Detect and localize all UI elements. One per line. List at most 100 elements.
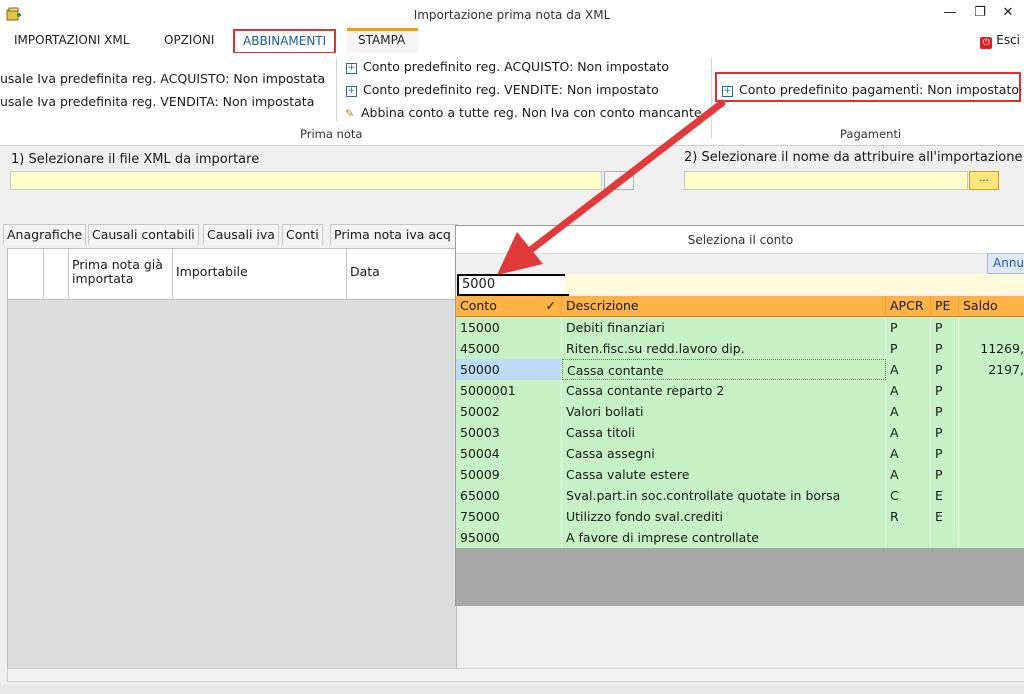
data-tabs: Anagrafiche Causali contabili Causali iv… (0, 224, 458, 246)
import-name-browse-button[interactable]: ... (969, 171, 999, 190)
tab-causali-iva[interactable]: Causali iva (203, 224, 279, 245)
cell-descrizione: Debiti finanziari (562, 317, 886, 338)
conto-vendite-label: Conto predefinito reg. VENDITE: Non impo… (363, 82, 659, 97)
cell-apcr: A (886, 422, 931, 443)
cell-saldo (959, 380, 1024, 401)
grid-col-blank[interactable] (8, 249, 44, 299)
table-row[interactable]: 75000 Utilizzo fondo sval.crediti R E (456, 506, 1024, 528)
cell-apcr: A (886, 443, 931, 464)
col-pe[interactable]: PE (931, 296, 959, 316)
cell-apcr (886, 527, 931, 548)
pencil-icon: ✎ (345, 107, 355, 120)
annulla-button[interactable]: Annu (987, 253, 1024, 274)
table-row[interactable]: 50003 Cassa titoli A P (456, 422, 1024, 444)
cell-saldo (959, 317, 1024, 338)
cell-apcr: A (886, 401, 931, 422)
xml-browse-button[interactable]: ... (604, 171, 634, 190)
cell-pe: P (931, 359, 959, 380)
causale-vendita-item[interactable]: usale Iva predefinita reg. VENDITA: Non … (0, 94, 314, 109)
esci-label: Esci (996, 33, 1020, 47)
cell-conto: 15000 (456, 317, 562, 338)
cell-descrizione: Cassa valute estere (562, 464, 886, 485)
cell-saldo: 11269, (959, 338, 1024, 359)
cell-pe: P (931, 464, 959, 485)
tab-opzioni[interactable]: OPZIONI (156, 28, 222, 52)
cell-pe: E (931, 506, 959, 527)
col-apcr[interactable]: APCR (886, 296, 931, 316)
conto-vendite-item[interactable]: + Conto predefinito reg. VENDITE: Non imp… (346, 82, 659, 97)
cell-descrizione: Cassa contante reparto 2 (562, 380, 886, 401)
table-row[interactable]: 45000 Riten.fisc.su redd.lavoro dip. P P 112… (456, 338, 1024, 360)
cell-conto: 50004 (456, 443, 562, 464)
cell-pe: P (931, 401, 959, 422)
cell-pe: P (931, 443, 959, 464)
step1-label: 1) Selezionare il file XML da importare (11, 152, 260, 167)
sort-check-icon: ✓ (545, 298, 556, 313)
cell-descrizione: Sval.part.in soc.controllate quotate in … (562, 485, 886, 506)
cell-saldo (959, 401, 1024, 422)
table-row[interactable]: 15000 Debiti finanziari P P (456, 317, 1024, 339)
cell-descrizione: A favore di imprese controllate (562, 527, 886, 548)
cell-descrizione: Riten.fisc.su redd.lavoro dip. (562, 338, 886, 359)
table-header: Conto ✓ Descrizione APCR PE Saldo (456, 296, 1024, 317)
col-conto[interactable]: Conto ✓ (456, 296, 562, 316)
table-row[interactable]: 50002 Valori bollati A P (456, 401, 1024, 423)
col-conto-label: Conto (460, 298, 497, 313)
close-button[interactable]: ✕ (998, 4, 1018, 22)
grid-col-importabile[interactable]: Importabile (173, 249, 347, 299)
tab-conti[interactable]: Conti (282, 224, 323, 245)
cell-apcr: C (886, 485, 931, 506)
tab-stampa[interactable]: STAMPA (350, 28, 413, 52)
restore-button[interactable]: ❐ (970, 4, 990, 22)
col-saldo[interactable]: Saldo (959, 296, 1024, 316)
cell-apcr: R (886, 506, 931, 527)
grid-col-data[interactable]: Data (347, 249, 456, 299)
cell-conto: 50003 (456, 422, 562, 443)
table-row[interactable]: 65000 Sval.part.in soc.controllate quotat… (456, 485, 1024, 507)
grid-header: Prima nota già importata Importabile Dat… (8, 249, 456, 300)
grid-col-prima-nota-importata[interactable]: Prima nota già importata (69, 249, 173, 299)
cell-pe: P (931, 422, 959, 443)
tab-anagrafiche[interactable]: Anagrafiche (3, 224, 87, 245)
cell-conto: 50000 (456, 359, 562, 380)
table-row[interactable]: 95000 A favore di imprese controllate (456, 527, 1024, 549)
grid-col-blank[interactable] (44, 249, 69, 299)
cell-saldo (959, 527, 1024, 548)
cell-conto: 50002 (456, 401, 562, 422)
dialog-empty-area (456, 548, 1024, 606)
dialog-title: Seleziona il conto (456, 226, 1024, 254)
cell-conto: 50009 (456, 464, 562, 485)
import-name-input[interactable] (684, 171, 968, 190)
conto-acquisto-item[interactable]: + Conto predefinito reg. ACQUISTO: Non im… (346, 59, 669, 74)
causale-acquisto-item[interactable]: usale Iva predefinita reg. ACQUISTO: Non… (0, 71, 325, 86)
horizontal-scrollbar[interactable] (7, 668, 1024, 682)
tab-causali-contabili[interactable]: Causali contabili (88, 224, 199, 245)
highlight-box (715, 72, 1021, 102)
abbina-conto-item[interactable]: ✎ Abbina conto a tutte reg. Non Iva con c… (345, 105, 703, 120)
cell-saldo: 2197, (959, 359, 1024, 380)
cell-conto: 5000001 (456, 380, 562, 401)
cell-pe: E (931, 485, 959, 506)
col-descrizione[interactable]: Descrizione (562, 296, 886, 316)
tab-importazioni-xml[interactable]: IMPORTAZIONI XML (6, 28, 137, 52)
cell-descrizione: Cassa titoli (562, 422, 886, 443)
table-row[interactable]: 5000001 Cassa contante reparto 2AP (456, 380, 1024, 402)
table-row[interactable]: 50004 Cassa assegni A P (456, 443, 1024, 465)
cell-conto: 95000 (456, 527, 562, 548)
cell-pe: P (931, 338, 959, 359)
plus-icon: + (346, 63, 357, 74)
esci-button[interactable]: ⏻ Esci (980, 28, 1020, 52)
cell-apcr: A (886, 464, 931, 485)
table-row[interactable]: 50009 Cassa valute estere A P (456, 464, 1024, 486)
table-row[interactable]: 50000 Cassa contante A P 2197, (456, 359, 1024, 381)
conto-acquisto-label: Conto predefinito reg. ACQUISTO: Non imp… (363, 59, 670, 74)
xml-file-input[interactable] (10, 171, 602, 190)
cell-pe (931, 527, 959, 548)
cell-descrizione: Utilizzo fondo sval.crediti (562, 506, 886, 527)
tab-abbinamenti[interactable]: ABBINAMENTI (233, 29, 337, 54)
tab-prima-nota-iva-acq[interactable]: Prima nota iva acq (330, 224, 458, 245)
conto-search-input[interactable]: 5000 (457, 274, 569, 296)
cell-apcr: P (886, 317, 931, 338)
minimize-button[interactable]: — (940, 4, 960, 22)
group-label-prima-nota: Prima nota (300, 127, 363, 141)
